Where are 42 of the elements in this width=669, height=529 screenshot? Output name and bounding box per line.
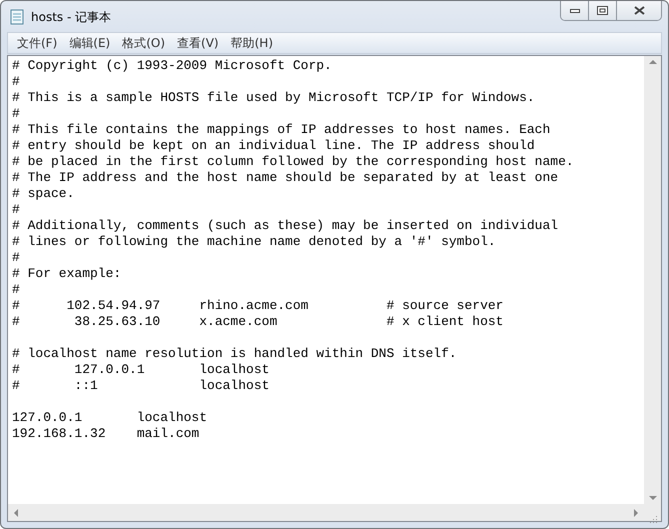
minimize-icon — [570, 8, 580, 12]
text-line: 192.168.1.32 mail.com — [12, 426, 200, 441]
text-line: # space. — [12, 186, 74, 201]
resize-grip-icon — [649, 514, 658, 524]
text-line: # be placed in the first column followed by the corresponding host name. — [12, 154, 574, 169]
text-line: # localhost name resolution is handled within DNS itself. — [12, 346, 457, 361]
scroll-down-icon — [648, 496, 656, 500]
text-line: # lines or following the machine name denoted by a '#' symbol. — [12, 234, 496, 249]
text-line: # The IP address and the host name should be separated by at least one — [12, 170, 558, 185]
horizontal-scrollbar[interactable] — [8, 504, 644, 521]
text-line: # This is a sample HOSTS file used by Microsoft TCP/IP for Windows. — [12, 90, 535, 105]
menu-item[interactable]: 文件(F) — [11, 34, 64, 52]
text-line: # — [12, 74, 20, 89]
minimize-button[interactable] — [561, 1, 589, 20]
menu-item[interactable]: 格式(O) — [116, 34, 172, 52]
text-line: # 102.54.94.97 rhino.acme.com # source server — [12, 298, 504, 313]
close-button[interactable] — [617, 1, 661, 20]
text-line: # 127.0.0.1 localhost — [12, 362, 270, 377]
vertical-scrollbar[interactable] — [644, 56, 661, 504]
maximize-button[interactable] — [589, 1, 617, 20]
menu-item[interactable]: 帮助(H) — [224, 34, 279, 52]
scroll-right-icon — [634, 508, 638, 516]
maximize-icon — [597, 6, 608, 15]
menu-item[interactable]: 编辑(E) — [63, 34, 116, 52]
text-line: # Copyright (c) 1993-2009 Microsoft Corp. — [12, 58, 332, 73]
text-line: # This file contains the mappings of IP addresses to host names. Each — [12, 122, 550, 137]
menu-item[interactable]: 查看(V) — [171, 34, 225, 52]
text-line: # For example: — [12, 266, 122, 281]
notepad-icon — [9, 8, 25, 24]
scroll-left-icon — [14, 508, 18, 516]
text-line: # — [12, 282, 20, 297]
scroll-up-icon — [648, 60, 656, 64]
text-line: # — [12, 202, 20, 217]
text-line: # — [12, 106, 20, 121]
text-line: 127.0.0.1 localhost — [12, 410, 208, 425]
text-line: # ::1 localhost — [12, 378, 270, 393]
text-line: # entry should be kept on an individual line. The IP address should — [12, 138, 535, 153]
text-line: # Additionally, comments (such as these) may be inserted on individual — [12, 218, 558, 233]
window-title: hosts - 记事本 — [31, 8, 112, 26]
text-line: # 38.25.63.10 x.acme.com # x client host — [12, 314, 504, 329]
text-line: # — [12, 250, 20, 265]
close-icon — [634, 6, 644, 15]
